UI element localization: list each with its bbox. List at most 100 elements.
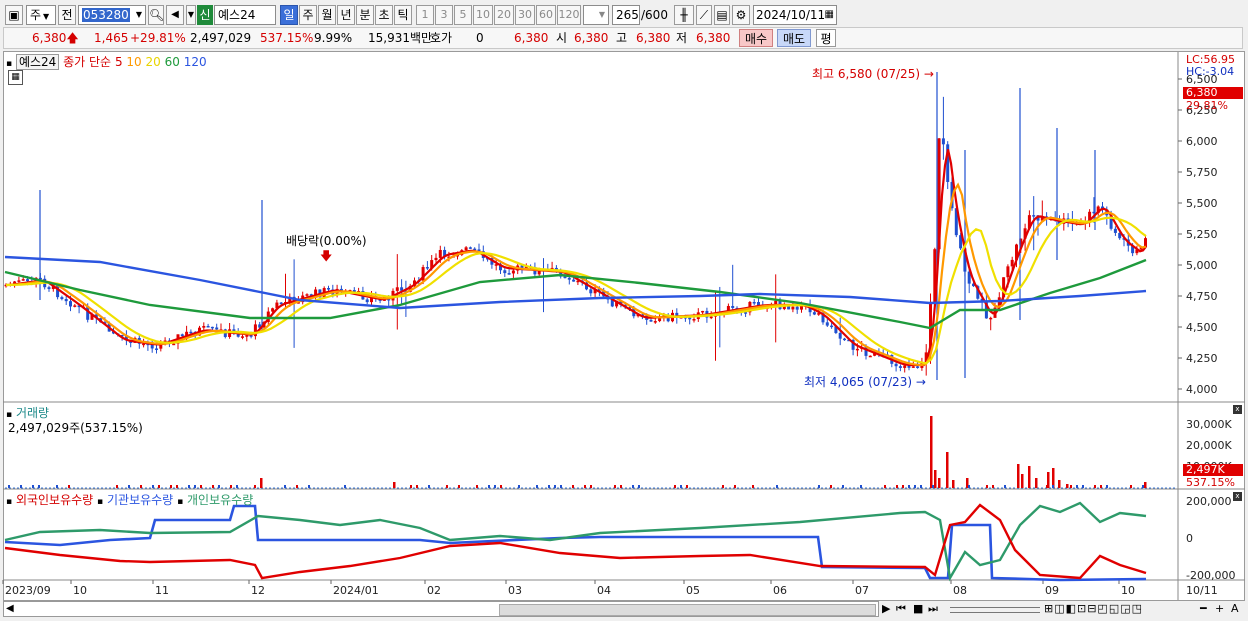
candle-body: [812, 312, 816, 315]
candle-body: [843, 338, 846, 341]
nav-first-icon[interactable]: ⏮: [896, 601, 906, 617]
volume-bar: [68, 485, 70, 488]
candle-body: [752, 301, 756, 304]
volume-bar: [260, 478, 263, 488]
candle-body: [894, 363, 898, 367]
candle-body: [589, 289, 593, 294]
x-axis-label: 03: [508, 584, 522, 597]
candle-body: [511, 270, 515, 274]
price-y-tick: 5,250: [1186, 228, 1218, 241]
volume-bar: [1017, 464, 1020, 488]
volume-bar: [188, 485, 190, 488]
current-pct-tag: 29.81%: [1186, 99, 1228, 112]
volume-bar: [1028, 466, 1031, 488]
volume-bar: [230, 485, 232, 488]
close-panel-icon[interactable]: x: [1233, 405, 1242, 414]
volume-bar: [932, 485, 934, 488]
volume-bar: [446, 485, 448, 488]
zoom-in-icon[interactable]: +: [1215, 601, 1224, 617]
scroll-thumb[interactable]: [499, 604, 876, 616]
candle-body: [941, 138, 945, 145]
candle-body: [567, 277, 571, 280]
series-institution: 기관보유수량: [106, 493, 174, 507]
auto-scale-icon[interactable]: A: [1231, 601, 1239, 617]
volume-bar: [830, 485, 832, 488]
x-axis-label: 02: [427, 584, 441, 597]
volume-bar: [200, 485, 202, 488]
ma-20-line: [5, 216, 1147, 365]
candle-body: [825, 322, 829, 326]
candle-body: [202, 325, 206, 328]
volume-bar: [194, 485, 196, 488]
candle-body: [305, 294, 309, 296]
candle-body: [245, 335, 249, 337]
volume-bar: [416, 485, 418, 488]
candle-body: [17, 280, 21, 282]
close-panel-icon[interactable]: x: [1233, 492, 1242, 501]
collapse-icon[interactable]: ▪: [6, 497, 12, 507]
price-y-tick: 6,000: [1186, 135, 1218, 148]
volume-bar: [38, 485, 40, 488]
volume-bar: [722, 485, 724, 488]
candle-body: [653, 321, 657, 323]
x-axis-label: 2024/01: [333, 584, 379, 597]
volume-bar: [986, 485, 988, 488]
volume-tag: 2,497K: [1183, 464, 1243, 476]
candle-body: [701, 310, 705, 313]
x-axis-label: 06: [773, 584, 787, 597]
x-axis-label: 07: [855, 584, 869, 597]
chart-canvas[interactable]: [0, 0, 1248, 621]
current-price-tag: 6,380: [1183, 87, 1243, 99]
collapse-icon[interactable]: ▪: [6, 59, 12, 69]
ma-20-label: 20: [145, 55, 161, 69]
candle-body: [855, 348, 859, 351]
volume-bar: [20, 485, 22, 488]
volume-bar: [638, 485, 640, 488]
horizontal-scrollbar[interactable]: ◀: [3, 601, 879, 617]
volume-bar: [536, 485, 538, 488]
volume-bar: [8, 485, 10, 488]
scroll-right-icon[interactable]: ▶: [882, 601, 890, 617]
candle-body: [438, 249, 442, 258]
price-y-tick: 5,500: [1186, 197, 1218, 210]
volume-bar: [548, 485, 550, 488]
price-y-tick: 6,500: [1186, 73, 1218, 86]
candle-body: [189, 331, 193, 334]
volume-pct-tag: 537.15%: [1186, 476, 1235, 489]
volume-bar: [674, 485, 676, 488]
low-annotation-text: 최저 4,065 (07/23): [804, 375, 913, 389]
candle-body: [180, 334, 184, 337]
candle-body: [1144, 238, 1147, 247]
candle-body: [649, 319, 653, 322]
volume-bar: [1076, 485, 1078, 488]
price-y-tick: 5,000: [1186, 259, 1218, 272]
high-annotation: 최고 6,580 (07/25) →: [812, 65, 934, 82]
holdings-y-tick: 200,000: [1186, 495, 1232, 508]
layout-icons[interactable]: ⊞◫◧⊡⊟◰◱◲◳: [1044, 601, 1143, 617]
candle-body: [903, 365, 907, 368]
x-axis-label: 08: [953, 584, 967, 597]
candle-body: [503, 270, 507, 274]
volume-bar: [500, 485, 502, 488]
scroll-left-icon[interactable]: ◀: [6, 602, 14, 616]
ma-120-label: 120: [183, 55, 207, 69]
candle-body: [69, 301, 72, 307]
zoom-slider[interactable]: [950, 607, 1040, 613]
institution-line: [4, 504, 1147, 582]
volume-bar: [734, 485, 736, 488]
holdings-y-tick: 0: [1186, 532, 1193, 545]
nav-stop-icon[interactable]: ■: [913, 601, 923, 617]
arrow-right-icon: →: [923, 67, 934, 81]
volume-bar: [1021, 474, 1024, 488]
nav-last-icon[interactable]: ⏭: [928, 601, 938, 617]
zoom-out-icon[interactable]: ━: [1200, 601, 1207, 617]
candle-body: [838, 332, 842, 339]
volume-bar: [518, 485, 520, 488]
volume-bar: [938, 478, 941, 488]
arrow-right-icon: →: [915, 375, 926, 389]
volume-bar: [1052, 485, 1054, 488]
ma-5-label: 5: [114, 55, 123, 69]
volume-bar: [860, 485, 862, 488]
grid-toggle-icon[interactable]: ▦: [8, 70, 23, 85]
volume-bar: [176, 485, 178, 488]
